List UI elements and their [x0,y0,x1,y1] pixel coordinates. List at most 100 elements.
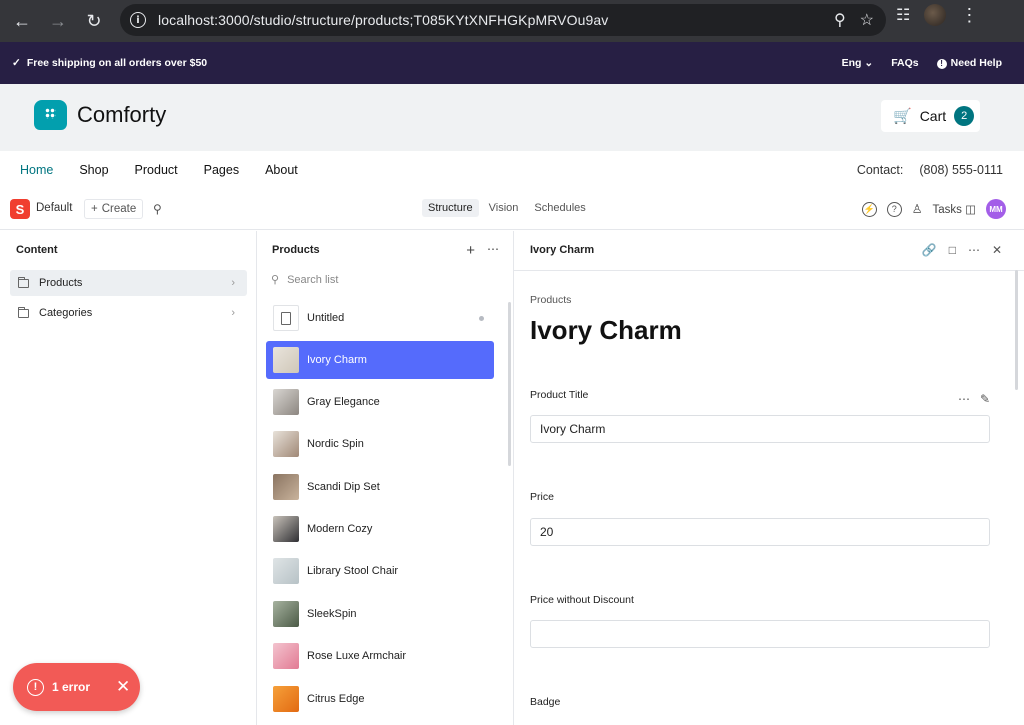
list-item[interactable]: Ivory Charm [266,341,494,379]
list-scrollbar[interactable] [508,302,511,466]
nav-product[interactable]: Product [135,163,178,177]
list-item-label: Modern Cozy [307,523,373,535]
status-dot [479,315,484,321]
add-document-icon[interactable]: + [466,242,475,259]
reload-icon[interactable]: ↻ [76,3,112,39]
nav-home[interactable]: Home [20,163,53,177]
contact-phone[interactable]: (808) 555-0111 [919,163,1003,177]
cart-button[interactable]: 🛒 Cart 2 [881,100,980,132]
list-item[interactable]: Modern Cozy [266,510,494,548]
browser-menu-icon[interactable]: ⋮ [960,6,978,24]
panel-icon: ◫ [965,204,976,216]
field-more-icon[interactable]: ⋯ [958,392,970,406]
list-item[interactable]: Untitled [266,299,494,337]
user-avatar[interactable]: MM [986,199,1006,219]
zoom-icon[interactable]: ⚲ [834,10,846,30]
content-item-categories[interactable]: Categories › [10,300,247,326]
language-select[interactable]: Eng ⌄ [842,57,874,69]
search-icon[interactable]: ⚲ [153,202,162,216]
list-item-label: Nordic Spin [307,438,364,450]
close-icon[interactable]: ✕ [992,243,1002,257]
search-list-input[interactable]: ⚲ Search list [271,273,339,287]
info-icon: ! [936,58,947,69]
price-without-discount-label: Price without Discount [530,594,634,606]
need-help-link[interactable]: ! Need Help [936,57,1002,69]
nav-shop[interactable]: Shop [79,163,108,177]
bookmark-star-icon[interactable]: ☆ [860,10,874,30]
list-item-label: Gray Elegance [307,396,380,408]
create-button[interactable]: + Create [84,199,144,219]
nav-about[interactable]: About [265,163,298,177]
brand-logo[interactable]: Comforty [34,100,166,130]
content-item-label: Products [39,277,83,289]
content-item-products[interactable]: Products › [10,270,247,296]
url-text[interactable]: localhost:3000/studio/structure/products… [158,12,608,28]
workspace-name[interactable]: Default [36,202,72,214]
error-toast[interactable]: ! 1 error ✕ [13,663,140,711]
add-comment-icon[interactable]: ✎ [980,392,990,406]
document-pane: Ivory Charm 🔗 □ ⋯ ✕ Products Ivory Charm… [514,231,1024,725]
bolt-icon[interactable]: ⚡ [861,201,877,217]
list-item[interactable]: Citrus Edge [266,680,494,718]
product-thumbnail [273,389,299,415]
product-thumbnail [273,474,299,500]
more-icon[interactable]: ⋯ [487,242,499,259]
browser-toolbar: ← → ↻ i localhost:3000/studio/structure/… [0,0,1024,42]
document-icon [273,305,299,331]
document-title: Ivory Charm [530,315,682,345]
list-item[interactable]: Rose Luxe Armchair [266,637,494,675]
more-icon[interactable]: ⋯ [968,243,980,257]
product-title-label: Product Title [530,389,589,401]
tab-vision[interactable]: Vision [483,199,525,217]
list-item[interactable]: Nordic Spin [266,425,494,463]
tab-schedules[interactable]: Schedules [528,199,591,217]
forward-icon[interactable]: → [40,3,76,39]
profile-avatar[interactable] [924,4,947,26]
list-item[interactable]: Scandi Dip Set [266,468,494,506]
list-item[interactable]: Library Stool Chair [266,552,494,590]
site-header: Comforty 🛒 Cart 2 [0,84,1024,151]
document-header-title: Ivory Charm [530,244,595,256]
list-item-label: SleekSpin [307,608,357,620]
user-icon[interactable]: ♙ [912,202,923,216]
content-pane: Content Products › Categories › [0,231,257,725]
cart-icon: 🛒 [893,108,912,125]
cart-count-badge: 2 [954,106,975,126]
extensions-icon[interactable]: ☷ [896,5,910,25]
announcement-bar: ✓ Free shipping on all orders over $50 E… [0,42,1024,84]
tasks-button[interactable]: Tasks ◫ [933,202,976,216]
product-thumbnail [273,431,299,457]
content-item-label: Categories [39,307,93,319]
faqs-link[interactable]: FAQs [891,57,918,69]
product-thumbnail [273,643,299,669]
products-pane-title: Products [272,244,320,256]
link-icon[interactable]: 🔗 [922,243,937,257]
chair-logo-icon [34,100,67,130]
list-item[interactable]: Gray Elegance [266,383,494,421]
comment-icon[interactable]: □ [949,243,956,257]
site-info-icon[interactable]: i [130,12,146,28]
document-scrollbar[interactable] [1015,270,1018,390]
create-label: Create [101,203,137,215]
studio-navbar: S Default + Create ⚲ Structure Vision Sch… [0,189,1024,230]
price-field[interactable]: 20 [530,518,990,546]
back-icon[interactable]: ← [4,3,40,39]
search-placeholder: Search list [287,273,339,286]
close-icon[interactable]: ✕ [116,677,130,697]
sanity-logo-icon[interactable]: S [10,199,30,219]
document-type: Products [530,294,572,306]
folder-icon [18,276,29,288]
nav-pages[interactable]: Pages [204,163,239,177]
document-header: Ivory Charm 🔗 □ ⋯ ✕ [514,231,1024,271]
tab-structure[interactable]: Structure [422,199,479,217]
help-icon[interactable]: ? [886,201,902,217]
list-item-label: Library Stool Chair [307,565,399,577]
list-item[interactable]: SleekSpin [266,595,494,633]
product-title-field[interactable]: Ivory Charm [530,415,990,443]
price-without-discount-field[interactable] [530,620,990,648]
address-bar[interactable]: i localhost:3000/studio/structure/produc… [120,4,886,36]
tool-tabs: Structure Vision Schedules [422,199,592,217]
chevron-right-icon: › [231,277,235,289]
list-item-label: Ivory Charm [307,354,367,366]
language-label: Eng [841,57,862,69]
